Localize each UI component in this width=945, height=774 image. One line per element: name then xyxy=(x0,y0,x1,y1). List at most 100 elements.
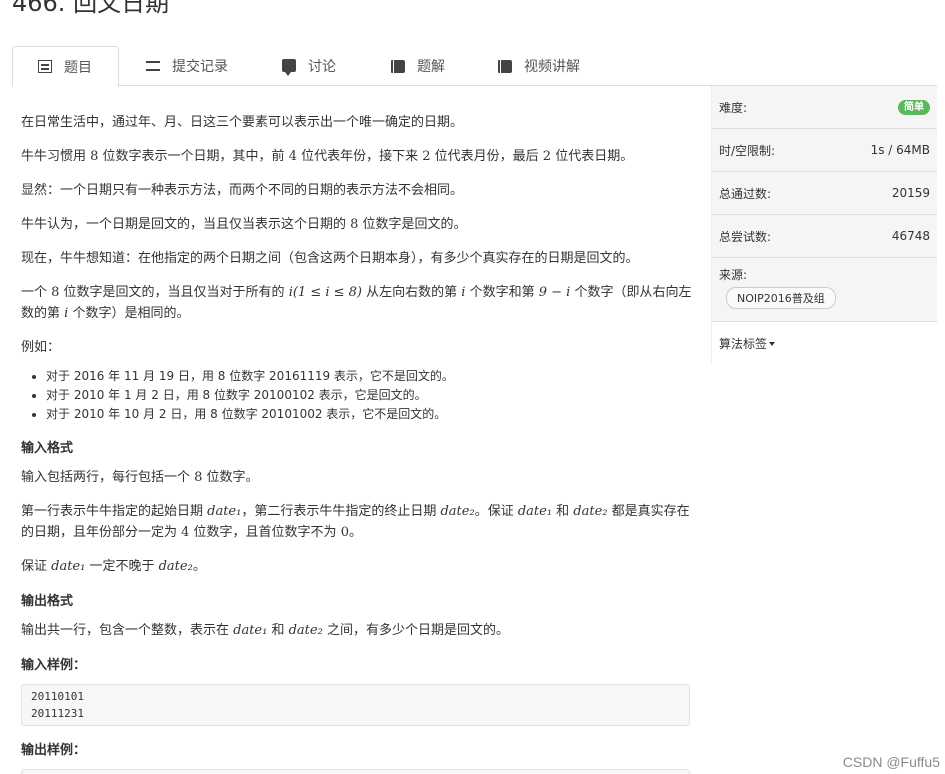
example-intro: 例如： xyxy=(21,340,61,355)
text: 保证 xyxy=(21,559,52,574)
text: 。 xyxy=(192,559,206,574)
text: 一定不晚于 xyxy=(85,559,159,574)
math-expression: date₁ xyxy=(517,504,553,519)
text: 。保证 xyxy=(474,504,518,519)
paragraph: 牛牛认为，一个日期是回文的，当且仅当表示这个日期的 8 位数字是回文的。 xyxy=(21,214,701,235)
tab-submissions[interactable]: 提交记录 xyxy=(146,46,228,86)
math-expression: date₂ xyxy=(573,504,608,519)
list-icon xyxy=(146,60,160,73)
math-expression: date₂ xyxy=(440,504,475,519)
paragraph: 显然：一个日期只有一种表示方法，而两个不同的日期的表示方法不会相同。 xyxy=(21,183,464,198)
text: 位数字表示一个日期，其中，前 xyxy=(98,149,289,164)
text: 位代表年份，接下来 xyxy=(296,149,423,164)
sample-output-block[interactable]: 1 xyxy=(21,769,690,774)
limit-row: 时/空限制: 1s / 64MB xyxy=(712,129,937,172)
difficulty-label: 难度: xyxy=(719,100,748,115)
passed-row: 总通过数: 20159 xyxy=(712,172,937,215)
paragraph: 一个 8 位数字是回文的，当且仅当对于所有的 i(1 ≤ i ≤ 8) 从左向右… xyxy=(21,282,701,324)
tab-problem-label: 题目 xyxy=(64,59,92,76)
text: 个数字）是相同的。 xyxy=(68,306,190,321)
text: 位数字是回文的，当且仅当对于所有的 xyxy=(59,285,289,300)
text: 输入包括两行，每行包括一个 xyxy=(21,470,195,485)
text: 位数字。 xyxy=(202,470,259,485)
tab-problem[interactable]: 题目 xyxy=(12,46,119,87)
algorithm-tags-label: 算法标签 xyxy=(719,337,768,351)
limit-label: 时/空限制: xyxy=(719,143,776,158)
tab-submissions-label: 提交记录 xyxy=(172,59,228,75)
text: 和 xyxy=(267,623,289,638)
paragraph: 牛牛习惯用 8 位数字表示一个日期，其中，前 4 位代表年份，接下来 2 位代表… xyxy=(21,146,701,167)
text: 牛牛习惯用 xyxy=(21,149,91,164)
problem-panel: 在日常生活中，通过年、月、日这三个要素可以表示出一个唯一确定的日期。 牛牛习惯用… xyxy=(12,86,709,774)
passed-value: 20159 xyxy=(891,186,930,200)
text: 从左向右数的第 xyxy=(362,285,462,300)
math-expression: 9 − i xyxy=(538,285,571,300)
text: 位代表月份，最后 xyxy=(430,149,543,164)
paragraph: 第一行表示牛牛指定的起始日期 date₁，第二行表示牛牛指定的终止日期 date… xyxy=(21,501,701,543)
tried-row: 总尝试数: 46748 xyxy=(712,215,937,258)
tab-video-label: 视频讲解 xyxy=(524,59,580,75)
list-item: 对于 2016 年 11 月 19 日，用 8 位数字 20161119 表示，… xyxy=(46,367,701,386)
tab-discussion-label: 讨论 xyxy=(308,59,336,75)
text: 和 xyxy=(552,504,574,519)
problem-info-sidebar: 难度: 简单 时/空限制: 1s / 64MB 总通过数: 20159 总尝试数… xyxy=(711,86,937,365)
source-tag[interactable]: NOIP2016普及组 xyxy=(726,287,836,309)
paragraph: 保证 date₁ 一定不晚于 date₂。 xyxy=(21,556,701,577)
text: 位数字是回文的。 xyxy=(358,217,467,232)
math-number: 2 xyxy=(422,149,431,164)
book-icon xyxy=(391,59,405,73)
tried-label: 总尝试数: xyxy=(719,229,772,244)
problem-tabs: 题目 提交记录 讨论 题解 视频讲解 xyxy=(12,46,937,87)
difficulty-row: 难度: 简单 xyxy=(712,86,937,129)
example-list: 对于 2016 年 11 月 19 日，用 8 位数字 20161119 表示，… xyxy=(46,367,701,424)
tab-discussion[interactable]: 讨论 xyxy=(282,46,336,86)
math-expression: i(1 ≤ i ≤ 8) xyxy=(288,285,363,300)
text: 第一行表示牛牛指定的起始日期 xyxy=(21,504,208,519)
text: ，第二行表示牛牛指定的终止日期 xyxy=(241,504,441,519)
list-item: 对于 2010 年 1 月 2 日，用 8 位数字 20100102 表示，它是… xyxy=(46,386,701,405)
chat-icon xyxy=(282,58,296,76)
math-expression: date₂ xyxy=(158,559,193,574)
limit-value: 1s / 64MB xyxy=(870,143,930,157)
text: 牛牛认为，一个日期是回文的，当且仅当表示这个日期的 xyxy=(21,217,351,232)
math-number: 4 xyxy=(288,149,297,164)
sample-output-heading: 输出样例： xyxy=(21,743,87,758)
book-icon xyxy=(498,59,512,73)
math-number: 2 xyxy=(542,149,552,164)
tried-value: 46748 xyxy=(891,229,930,243)
paragraph: 在日常生活中，通过年、月、日这三个要素可以表示出一个唯一确定的日期。 xyxy=(21,115,464,130)
text: 输出共一行，包含一个整数，表示在 xyxy=(21,623,234,638)
source-row: 来源: NOIP2016普及组 xyxy=(712,258,937,322)
math-expression: date₂ xyxy=(288,623,323,638)
text: 位代表日期。 xyxy=(551,149,634,164)
paragraph: 输出共一行，包含一个整数，表示在 date₁ 和 date₂ 之间，有多少个日期… xyxy=(21,620,701,641)
math-number: 0 xyxy=(340,525,349,540)
math-expression: date₁ xyxy=(207,504,242,519)
input-format-heading: 输入格式 xyxy=(21,441,74,456)
source-label: 来源: xyxy=(719,268,748,282)
text: 一个 xyxy=(21,285,52,300)
tab-solutions[interactable]: 题解 xyxy=(391,46,445,86)
text: 。 xyxy=(348,525,362,540)
sample-input-heading: 输入样例： xyxy=(21,658,87,673)
output-format-heading: 输出格式 xyxy=(21,594,74,609)
page-title: 466. 回文日期 xyxy=(12,0,170,17)
passed-label: 总通过数: xyxy=(719,186,772,201)
sample-input-block[interactable]: 20110101 20111231 xyxy=(21,684,690,726)
text: 位数字，且首位数字不为 xyxy=(189,525,341,540)
difficulty-badge: 简单 xyxy=(898,99,930,115)
math-expression: date₁ xyxy=(233,623,268,638)
text: 个数字和第 xyxy=(465,285,539,300)
watermark: CSDN @Fuffu5 xyxy=(842,754,940,770)
algorithm-tags-dropdown[interactable]: 算法标签 xyxy=(712,322,937,365)
tab-solutions-label: 题解 xyxy=(417,59,445,75)
text: 之间，有多少个日期是回文的。 xyxy=(322,623,509,638)
tab-video[interactable]: 视频讲解 xyxy=(498,46,580,86)
paragraph: 现在，牛牛想知道：在他指定的两个日期之间（包含这两个日期本身），有多少个真实存在… xyxy=(21,251,639,266)
paragraph: 输入包括两行，每行包括一个 8 位数字。 xyxy=(21,467,701,488)
caret-down-icon xyxy=(769,341,776,346)
list-item: 对于 2010 年 10 月 2 日，用 8 位数字 20101002 表示，它… xyxy=(46,405,701,424)
math-expression: date₁ xyxy=(51,559,86,574)
problem-statement: 在日常生活中，通过年、月、日这三个要素可以表示出一个唯一确定的日期。 牛牛习惯用… xyxy=(12,86,709,774)
problem-icon xyxy=(38,60,52,73)
